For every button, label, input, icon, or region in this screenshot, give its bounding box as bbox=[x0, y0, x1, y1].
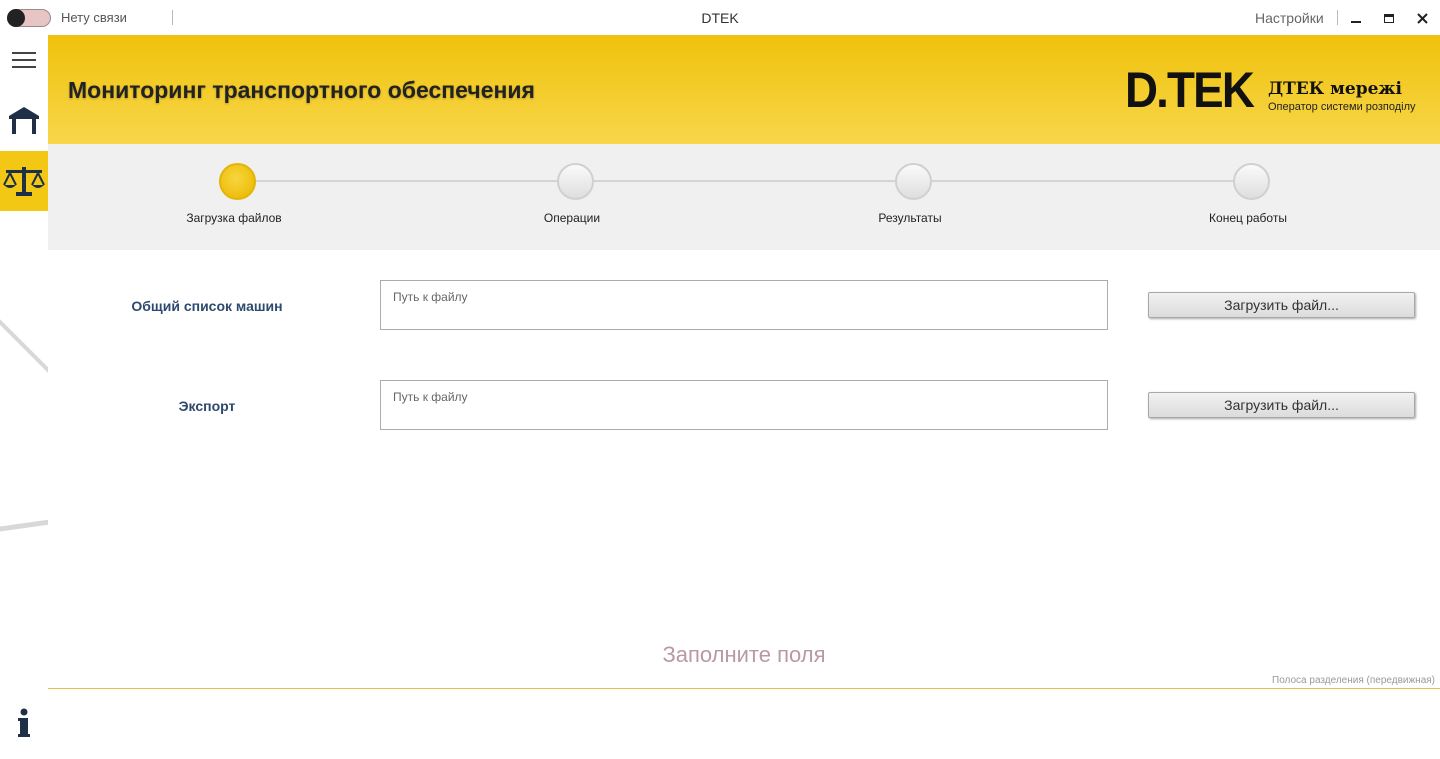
dtek-logo: D.TEK bbox=[1125, 65, 1255, 111]
settings-link[interactable]: Настройки bbox=[1255, 10, 1324, 26]
validation-message: Заполните поля bbox=[662, 642, 826, 667]
app-window: Нету связи DTEK Настройки Мониторинг тра… bbox=[0, 0, 1440, 759]
export-label: Экспорт bbox=[178, 398, 236, 414]
close-icon bbox=[1416, 12, 1428, 24]
vehicle-list-upload-button[interactable]: Загрузить файл... bbox=[1148, 292, 1415, 318]
svg-text:D.TEK: D.TEK bbox=[1125, 65, 1255, 111]
step-label: Загрузка файлов bbox=[186, 211, 282, 225]
titlebar-divider bbox=[172, 10, 173, 25]
stepper-track bbox=[238, 180, 1251, 183]
vehicle-list-path-input[interactable] bbox=[380, 280, 1108, 330]
progress-stepper: Загрузка файлов Операции Результаты Коне… bbox=[48, 144, 1440, 250]
step-label: Операции bbox=[543, 211, 601, 225]
menu-button[interactable] bbox=[0, 35, 48, 90]
hamburger-menu-icon bbox=[12, 52, 36, 68]
vehicle-list-label: Общий список машин bbox=[131, 298, 283, 314]
export-upload-button[interactable]: Загрузить файл... bbox=[1148, 392, 1415, 418]
title-bar: Нету связи DTEK Настройки bbox=[0, 0, 1440, 35]
page-title: Мониторинг транспортного обеспечения bbox=[68, 77, 535, 103]
sidebar bbox=[0, 35, 48, 759]
home-button[interactable] bbox=[0, 91, 48, 151]
maximize-icon bbox=[1384, 13, 1394, 23]
scales-icon bbox=[3, 167, 45, 196]
maximize-button[interactable] bbox=[1376, 6, 1402, 30]
step-label: Конец работы bbox=[1209, 211, 1287, 225]
page-header: Мониторинг транспортного обеспечения D.T… bbox=[48, 35, 1440, 144]
minimize-icon bbox=[1351, 21, 1361, 23]
info-icon bbox=[18, 708, 30, 737]
home-icon bbox=[9, 107, 39, 134]
brand-subtitle: Оператор системи розподілу bbox=[1268, 101, 1416, 113]
splitter-bar[interactable] bbox=[48, 688, 1440, 689]
transport-monitoring-nav[interactable] bbox=[0, 151, 48, 211]
window-title: DTEK bbox=[701, 10, 739, 26]
connection-status: Нету связи bbox=[61, 10, 127, 25]
toggle-knob bbox=[7, 9, 25, 27]
background-decoration bbox=[0, 518, 48, 533]
info-button[interactable] bbox=[0, 693, 48, 753]
step-results-indicator bbox=[895, 163, 932, 200]
background-decoration bbox=[0, 313, 48, 381]
splitter-hint: Полоса разделения (передвижная) bbox=[1272, 675, 1435, 686]
titlebar-divider bbox=[1337, 10, 1338, 25]
minimize-button[interactable] bbox=[1343, 6, 1369, 30]
close-button[interactable] bbox=[1409, 6, 1435, 30]
brand-name: ДТЕК мережі bbox=[1268, 79, 1403, 99]
step-operations-indicator bbox=[557, 163, 594, 200]
step-label: Результаты bbox=[878, 211, 942, 225]
step-finish-indicator bbox=[1233, 163, 1270, 200]
step-upload-files-indicator bbox=[219, 163, 256, 200]
connection-toggle[interactable] bbox=[7, 9, 51, 27]
export-path-input[interactable] bbox=[380, 380, 1108, 430]
